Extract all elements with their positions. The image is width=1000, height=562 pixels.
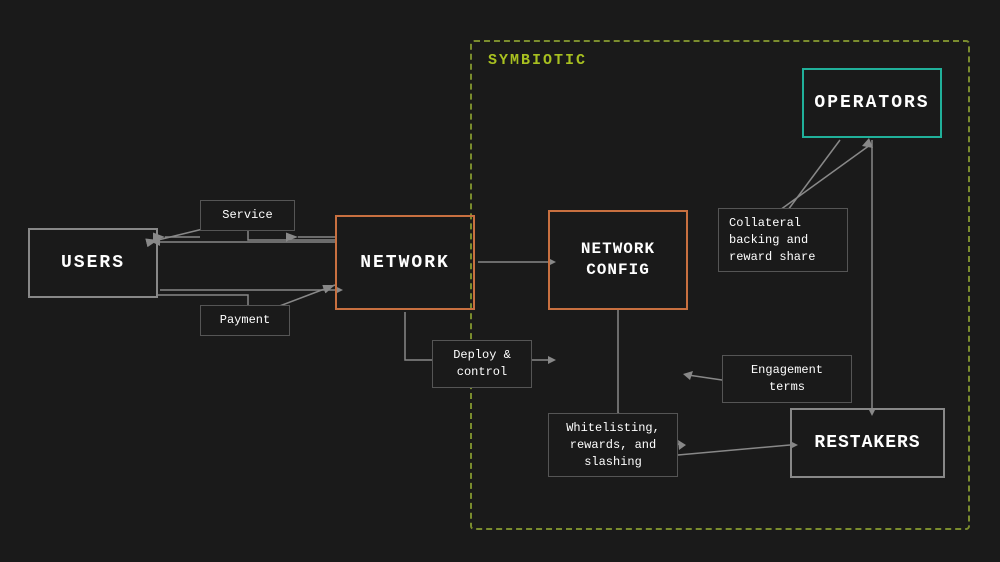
payment-text: Payment — [220, 313, 270, 327]
payment-label-box: Payment — [200, 305, 290, 336]
network-config-label: NETWORKCONFIG — [581, 239, 655, 281]
users-box: USERS — [28, 228, 158, 298]
restakers-label: RESTAKERS — [814, 433, 920, 453]
engagement-label-box: Engagement terms — [722, 355, 852, 403]
network-label: NETWORK — [360, 253, 450, 273]
whitelisting-text: Whitelisting,rewards, andslashing — [566, 421, 660, 469]
network-config-box: NETWORKCONFIG — [548, 210, 688, 310]
deploy-label-box: Deploy &control — [432, 340, 532, 388]
diagram-container: SYMBIOTIC — [0, 0, 1000, 562]
engagement-text: Engagement terms — [751, 363, 823, 394]
service-label-box: Service — [200, 200, 295, 231]
symbiotic-label: SYMBIOTIC — [488, 52, 587, 69]
deploy-text: Deploy &control — [453, 348, 511, 379]
service-text: Service — [222, 208, 272, 222]
operators-box: OPERATORS — [802, 68, 942, 138]
users-label: USERS — [61, 253, 125, 273]
operators-label: OPERATORS — [814, 93, 929, 113]
network-box: NETWORK — [335, 215, 475, 310]
restakers-box: RESTAKERS — [790, 408, 945, 478]
collateral-text: Collateral backing and reward share — [729, 216, 815, 264]
collateral-label-box: Collateral backing and reward share — [718, 208, 848, 272]
whitelisting-label-box: Whitelisting,rewards, andslashing — [548, 413, 678, 477]
